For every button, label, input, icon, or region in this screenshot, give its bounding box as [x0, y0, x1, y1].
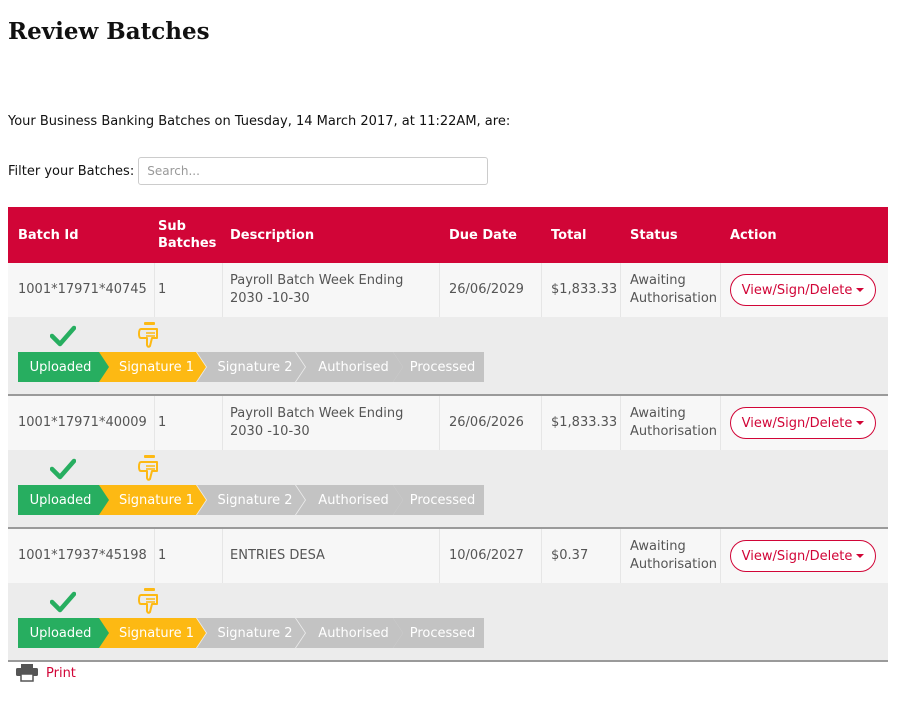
header-batch-id: Batch Id — [18, 227, 79, 243]
batches-table: Batch Id Sub Batches Description Due Dat… — [8, 207, 888, 662]
pointing-hand-icon — [138, 588, 158, 614]
step-processed: Processed — [393, 618, 484, 648]
sub-batches: 1 — [158, 415, 167, 430]
step-signature-2: Signature 2 — [197, 618, 305, 648]
view-sign-delete-button[interactable]: View/Sign/Delete — [730, 407, 876, 439]
batch-progress: Uploaded Signature 1 Signature 2 Authori… — [8, 317, 888, 396]
printer-icon — [16, 664, 38, 682]
due-date: 26/06/2029 — [449, 282, 524, 297]
pointing-hand-icon — [138, 322, 158, 348]
step-signature-1: Signature 1 — [99, 352, 206, 382]
header-description: Description — [230, 227, 315, 243]
batch-progress: Uploaded Signature 1 Signature 2 Authori… — [8, 583, 888, 662]
step-uploaded: Uploaded — [18, 485, 111, 515]
action-label: View/Sign/Delete — [741, 548, 853, 564]
status: Awaiting Authorisation — [630, 539, 718, 572]
description: Payroll Batch Week Ending 2030 -10-30 — [230, 273, 404, 306]
print-link[interactable]: Print — [16, 664, 76, 682]
step-authorised: Authorised — [296, 352, 403, 382]
due-date: 10/06/2027 — [449, 548, 524, 563]
step-signature-2: Signature 2 — [197, 352, 305, 382]
caret-down-icon — [856, 288, 865, 292]
step-signature-2: Signature 2 — [197, 485, 305, 515]
header-sub-batches: Sub Batches — [158, 219, 217, 251]
caret-down-icon — [856, 421, 865, 425]
checkmark-icon — [50, 591, 76, 613]
header-action: Action — [730, 227, 777, 243]
page-title: Review Batches — [8, 18, 210, 45]
batch-progress: Uploaded Signature 1 Signature 2 Authori… — [8, 450, 888, 529]
status: Awaiting Authorisation — [630, 406, 718, 439]
step-uploaded: Uploaded — [18, 352, 111, 382]
pointing-hand-icon — [138, 455, 158, 481]
search-input[interactable] — [138, 157, 489, 185]
total: $1,833.33 — [551, 282, 618, 297]
header-total: Total — [551, 227, 587, 243]
view-sign-delete-button[interactable]: View/Sign/Delete — [730, 540, 876, 572]
table-header: Batch Id Sub Batches Description Due Dat… — [8, 207, 888, 263]
sub-batches: 1 — [158, 548, 167, 563]
header-status: Status — [630, 227, 678, 243]
description: ENTRIES DESA — [230, 548, 325, 563]
total: $0.37 — [551, 548, 589, 563]
step-signature-1: Signature 1 — [99, 485, 206, 515]
total: $1,833.33 — [551, 415, 618, 430]
print-label: Print — [46, 665, 76, 681]
batch-id: 1001*17971*40009 — [18, 415, 147, 430]
step-authorised: Authorised — [296, 618, 403, 648]
view-sign-delete-button[interactable]: View/Sign/Delete — [730, 274, 876, 306]
checkmark-icon — [50, 458, 76, 480]
sub-batches: 1 — [158, 282, 167, 297]
description: Payroll Batch Week Ending 2030 -10-30 — [230, 406, 404, 439]
due-date: 26/06/2026 — [449, 415, 524, 430]
status: Awaiting Authorisation — [630, 273, 718, 306]
step-uploaded: Uploaded — [18, 618, 111, 648]
action-label: View/Sign/Delete — [741, 415, 853, 431]
action-label: View/Sign/Delete — [741, 282, 853, 298]
batch-id: 1001*17971*40745 — [18, 282, 147, 297]
table-row: 1001*17971*40745 1 Payroll Batch Week En… — [8, 263, 888, 317]
header-due-date: Due Date — [449, 227, 517, 243]
filter-label: Filter your Batches: — [8, 163, 135, 179]
step-signature-1: Signature 1 — [99, 618, 206, 648]
batch-id: 1001*17937*45198 — [18, 548, 147, 563]
step-authorised: Authorised — [296, 485, 403, 515]
filter-bar: Filter your Batches: — [8, 156, 489, 186]
table-row: 1001*17937*45198 1 ENTRIES DESA 10/06/20… — [8, 529, 888, 583]
step-processed: Processed — [393, 485, 484, 515]
intro-text: Your Business Banking Batches on Tuesday… — [8, 114, 511, 129]
step-processed: Processed — [393, 352, 484, 382]
table-row: 1001*17971*40009 1 Payroll Batch Week En… — [8, 396, 888, 450]
checkmark-icon — [50, 325, 76, 347]
caret-down-icon — [856, 554, 865, 558]
